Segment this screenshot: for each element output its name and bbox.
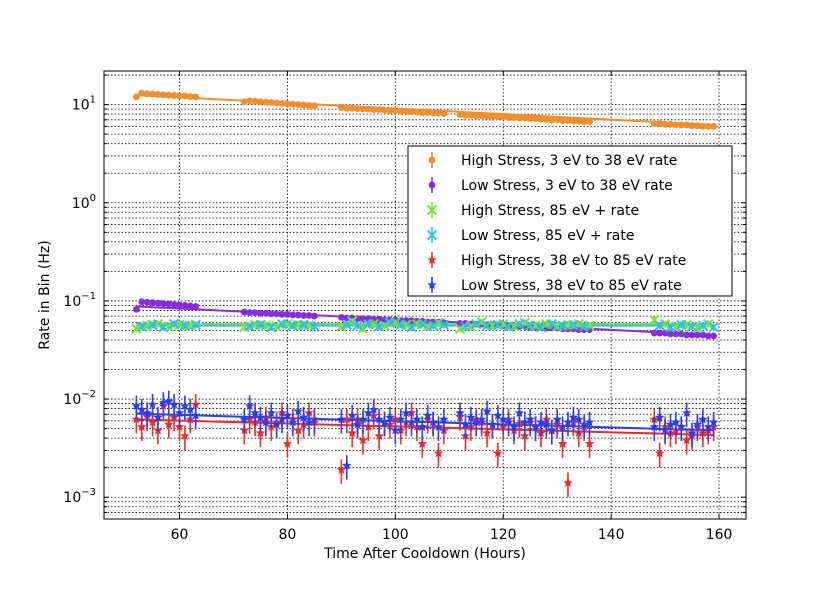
y-axis-title: Rate in Bin (Hz) — [37, 240, 53, 349]
data-point — [586, 118, 593, 126]
legend-label: Low Stress, 38 eV to 85 eV rate — [461, 278, 682, 294]
x-tick-label: 80 — [279, 527, 297, 543]
data-point — [440, 110, 448, 117]
legend-label: High Stress, 3 eV to 38 eV rate — [461, 153, 677, 169]
x-tick-label: 160 — [706, 527, 733, 543]
x-axis-title: Time After Cooldown (Hours) — [323, 546, 526, 562]
data-point — [192, 302, 200, 310]
legend-label: Low Stress, 3 eV to 38 eV rate — [461, 178, 673, 194]
x-tick-label: 100 — [382, 527, 409, 543]
legend-label: Low Stress, 85 eV + rate — [461, 228, 634, 244]
x-tick-label: 60 — [171, 527, 189, 543]
legend-marker — [428, 181, 436, 189]
legend: High Stress, 3 eV to 38 eV rate Low Stres… — [407, 145, 733, 297]
legend-label: High Stress, 85 eV + rate — [461, 203, 639, 219]
data-point — [192, 93, 200, 101]
data-point — [710, 122, 718, 130]
data-point — [311, 102, 318, 110]
legend-marker — [428, 156, 436, 164]
data-point — [132, 305, 140, 313]
data-point — [311, 312, 318, 320]
x-tick-label: 120 — [490, 527, 517, 543]
chart-figure: 60 80 100 120 140 16010−310−210−1100101 Time … — [0, 0, 830, 593]
x-tick-label: 140 — [598, 527, 625, 543]
data-point — [710, 332, 718, 340]
legend-label: High Stress, 38 eV to 85 eV rate — [461, 253, 686, 269]
